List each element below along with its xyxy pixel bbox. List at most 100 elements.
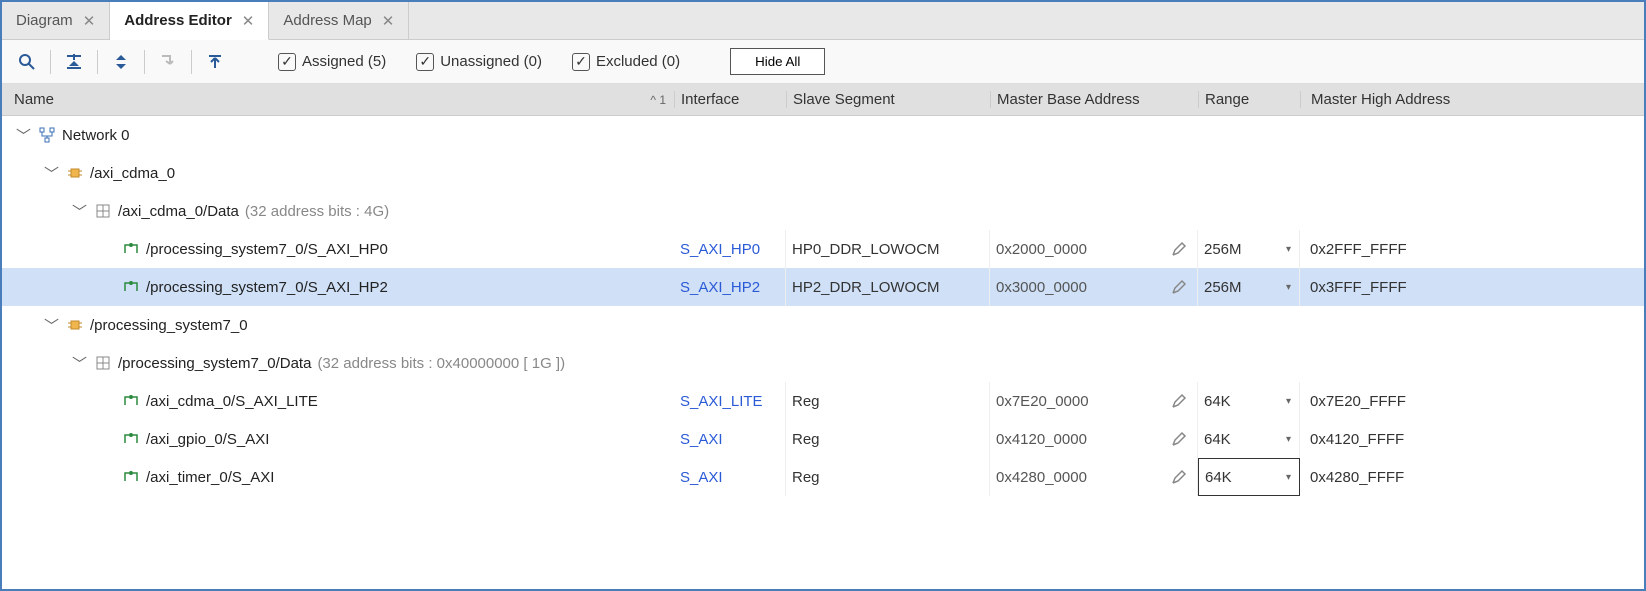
slave-segment-cell: HP0_DDR_LOWOCM bbox=[786, 230, 990, 268]
range-cell[interactable]: 64K ▾ bbox=[1198, 420, 1300, 458]
unassigned-checkbox[interactable]: ✓ Unassigned (0) bbox=[416, 53, 542, 71]
segment-icon bbox=[122, 240, 140, 258]
network-row[interactable]: ﹀ Network 0 bbox=[2, 116, 1644, 154]
chevron-down-icon[interactable]: ﹀ bbox=[44, 315, 60, 336]
base-address-cell[interactable]: 0x3000_0000 bbox=[990, 268, 1198, 306]
segment-icon bbox=[122, 278, 140, 296]
search-icon[interactable] bbox=[12, 47, 42, 77]
chevron-down-icon[interactable]: ﹀ bbox=[72, 353, 88, 374]
interface-group-row[interactable]: ﹀ /processing_system7_0/Data (32 address… bbox=[2, 344, 1644, 382]
dropdown-icon[interactable]: ▾ bbox=[1286, 244, 1291, 255]
sort-indicator: ^ 1 bbox=[650, 93, 666, 107]
address-tree: ﹀ Network 0 ﹀ /axi_cdma_0 ﹀ /axi_cdma_0/… bbox=[2, 116, 1644, 589]
tab-label: Diagram bbox=[16, 12, 73, 29]
grid-icon bbox=[94, 354, 112, 372]
close-icon[interactable]: ✕ bbox=[83, 12, 96, 30]
interface-label: /processing_system7_0/Data bbox=[118, 355, 311, 372]
address-row[interactable]: /axi_cdma_0/S_AXI_LITE S_AXI_LITE Reg 0x… bbox=[2, 382, 1644, 420]
pencil-icon[interactable] bbox=[1171, 431, 1187, 447]
interface-group-row[interactable]: ﹀ /axi_cdma_0/Data (32 address bits : 4G… bbox=[2, 192, 1644, 230]
segment-name: /processing_system7_0/S_AXI_HP0 bbox=[146, 241, 388, 258]
high-address-cell: 0x4280_FFFF bbox=[1300, 458, 1600, 496]
chevron-down-icon[interactable]: ﹀ bbox=[72, 201, 88, 222]
interface-cell: S_AXI bbox=[674, 458, 786, 496]
high-address-cell: 0x2FFF_FFFF bbox=[1300, 230, 1600, 268]
pencil-icon[interactable] bbox=[1171, 241, 1187, 257]
high-address-cell: 0x3FFF_FFFF bbox=[1300, 268, 1600, 306]
dropdown-icon[interactable]: ▾ bbox=[1286, 282, 1291, 293]
range-cell[interactable]: 64K ▾ bbox=[1198, 382, 1300, 420]
slave-segment-cell: Reg bbox=[786, 458, 990, 496]
close-icon[interactable]: ✕ bbox=[382, 12, 395, 30]
unassign-icon[interactable] bbox=[200, 47, 230, 77]
tab-bar: Diagram ✕ Address Editor ✕ Address Map ✕ bbox=[2, 2, 1644, 40]
address-row[interactable]: /axi_gpio_0/S_AXI S_AXI Reg 0x4120_0000 … bbox=[2, 420, 1644, 458]
hide-all-button[interactable]: Hide All bbox=[730, 48, 825, 75]
master-label: /axi_cdma_0 bbox=[90, 165, 175, 182]
interface-note: (32 address bits : 0x40000000 [ 1G ]) bbox=[317, 355, 565, 372]
grid-icon bbox=[94, 202, 112, 220]
col-name[interactable]: Name ^ 1 bbox=[2, 91, 674, 108]
segment-name: /axi_timer_0/S_AXI bbox=[146, 469, 274, 486]
master-row[interactable]: ﹀ /processing_system7_0 bbox=[2, 306, 1644, 344]
base-address-cell[interactable]: 0x4280_0000 bbox=[990, 458, 1198, 496]
checkbox-label: Assigned (5) bbox=[302, 53, 386, 70]
col-interface[interactable]: Interface bbox=[674, 91, 786, 108]
tab-diagram[interactable]: Diagram ✕ bbox=[2, 2, 110, 39]
base-address-cell[interactable]: 0x7E20_0000 bbox=[990, 382, 1198, 420]
high-address-cell: 0x4120_FFFF bbox=[1300, 420, 1600, 458]
checkbox-label: Unassigned (0) bbox=[440, 53, 542, 70]
address-row[interactable]: /processing_system7_0/S_AXI_HP0 S_AXI_HP… bbox=[2, 230, 1644, 268]
collapse-all-icon[interactable] bbox=[59, 47, 89, 77]
base-address-cell[interactable]: 0x2000_0000 bbox=[990, 230, 1198, 268]
close-icon[interactable]: ✕ bbox=[242, 12, 255, 30]
range-cell[interactable]: 64K ▾ bbox=[1198, 458, 1300, 496]
range-cell[interactable]: 256M ▾ bbox=[1198, 268, 1300, 306]
base-address-cell[interactable]: 0x4120_0000 bbox=[990, 420, 1198, 458]
toolbar: ✓ Assigned (5) ✓ Unassigned (0) ✓ Exclud… bbox=[2, 40, 1644, 84]
column-headers: Name ^ 1 Interface Slave Segment Master … bbox=[2, 84, 1644, 116]
checkbox-label: Excluded (0) bbox=[596, 53, 680, 70]
pencil-icon[interactable] bbox=[1171, 279, 1187, 295]
segment-name: /processing_system7_0/S_AXI_HP2 bbox=[146, 279, 388, 296]
dropdown-icon[interactable]: ▾ bbox=[1286, 396, 1291, 407]
segment-icon bbox=[122, 392, 140, 410]
dropdown-icon[interactable]: ▾ bbox=[1286, 434, 1291, 445]
ip-icon bbox=[66, 164, 84, 182]
address-row[interactable]: /axi_timer_0/S_AXI S_AXI Reg 0x4280_0000… bbox=[2, 458, 1644, 496]
ip-icon bbox=[66, 316, 84, 334]
col-master-high[interactable]: Master High Address bbox=[1300, 91, 1600, 108]
interface-cell: S_AXI_LITE bbox=[674, 382, 786, 420]
excluded-checkbox[interactable]: ✓ Excluded (0) bbox=[572, 53, 680, 71]
master-label: /processing_system7_0 bbox=[90, 317, 248, 334]
col-master-base[interactable]: Master Base Address bbox=[990, 91, 1198, 108]
checkbox-icon: ✓ bbox=[572, 53, 590, 71]
pencil-icon[interactable] bbox=[1171, 393, 1187, 409]
chevron-down-icon[interactable]: ﹀ bbox=[16, 125, 32, 146]
slave-segment-cell: Reg bbox=[786, 382, 990, 420]
segment-icon bbox=[122, 468, 140, 486]
slave-segment-cell: HP2_DDR_LOWOCM bbox=[786, 268, 990, 306]
checkbox-icon: ✓ bbox=[278, 53, 296, 71]
network-icon bbox=[38, 126, 56, 144]
checkbox-icon: ✓ bbox=[416, 53, 434, 71]
tab-label: Address Map bbox=[283, 12, 371, 29]
assign-icon[interactable] bbox=[153, 47, 183, 77]
dropdown-icon[interactable]: ▾ bbox=[1286, 472, 1291, 483]
assigned-checkbox[interactable]: ✓ Assigned (5) bbox=[278, 53, 386, 71]
col-range[interactable]: Range bbox=[1198, 91, 1300, 108]
tab-address-map[interactable]: Address Map ✕ bbox=[269, 2, 409, 39]
master-row[interactable]: ﹀ /axi_cdma_0 bbox=[2, 154, 1644, 192]
interface-cell: S_AXI_HP2 bbox=[674, 268, 786, 306]
col-slave-segment[interactable]: Slave Segment bbox=[786, 91, 990, 108]
segment-name: /axi_gpio_0/S_AXI bbox=[146, 431, 269, 448]
address-row[interactable]: /processing_system7_0/S_AXI_HP2 S_AXI_HP… bbox=[2, 268, 1644, 306]
high-address-cell: 0x7E20_FFFF bbox=[1300, 382, 1600, 420]
expand-all-icon[interactable] bbox=[106, 47, 136, 77]
pencil-icon[interactable] bbox=[1171, 469, 1187, 485]
chevron-down-icon[interactable]: ﹀ bbox=[44, 163, 60, 184]
tab-address-editor[interactable]: Address Editor ✕ bbox=[110, 2, 269, 40]
tab-label: Address Editor bbox=[124, 12, 232, 29]
interface-cell: S_AXI bbox=[674, 420, 786, 458]
range-cell[interactable]: 256M ▾ bbox=[1198, 230, 1300, 268]
